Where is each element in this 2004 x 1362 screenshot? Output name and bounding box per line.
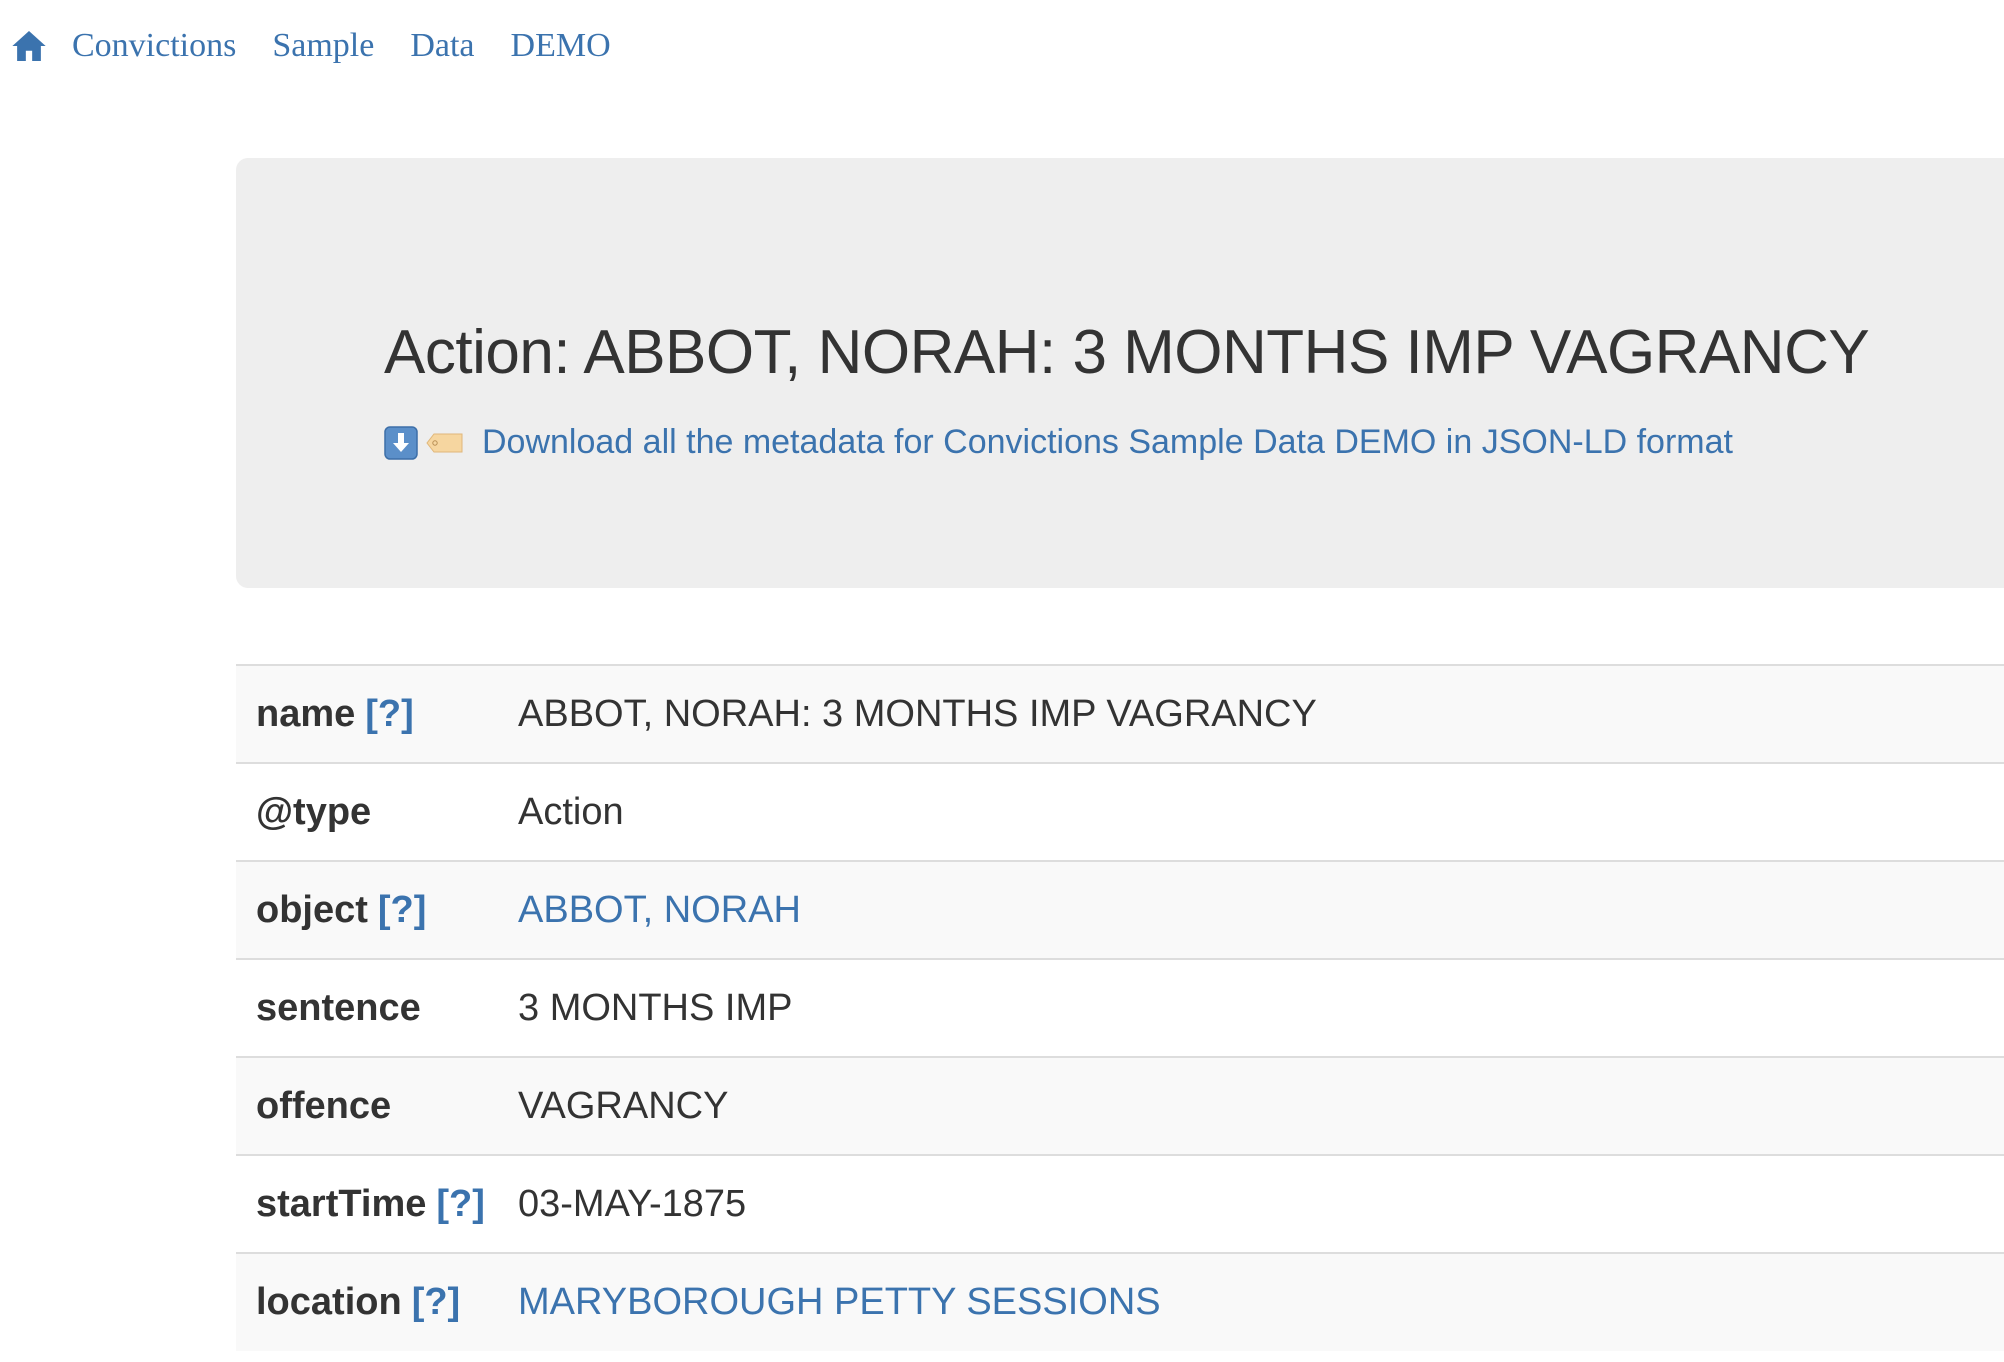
property-key: startTime [?] bbox=[236, 1154, 518, 1253]
location-link[interactable]: MARYBOROUGH PETTY SESSIONS bbox=[518, 1281, 1161, 1323]
home-icon[interactable] bbox=[10, 27, 48, 65]
page-title: Action: ABBOT, NORAH: 3 MONTHS IMP VAGRA… bbox=[384, 318, 1870, 387]
property-value: Action bbox=[518, 762, 2004, 861]
table-row: startTime [?] 03-MAY-1875 bbox=[236, 1154, 2004, 1253]
property-value: 3 MONTHS IMP bbox=[518, 958, 2004, 1057]
property-key: name [?] bbox=[236, 664, 518, 763]
download-jsonld-link[interactable]: Download all the metadata for Conviction… bbox=[482, 423, 1733, 462]
table-row: object [?] ABBOT, NORAH bbox=[236, 860, 2004, 959]
property-name: object bbox=[256, 888, 368, 931]
property-name: name bbox=[256, 692, 356, 735]
property-key: object [?] bbox=[236, 860, 518, 959]
tag-icon bbox=[426, 433, 463, 452]
property-key: sentence bbox=[236, 958, 518, 1057]
table-row: @type Action bbox=[236, 762, 2004, 861]
table-row: sentence 3 MONTHS IMP bbox=[236, 958, 2004, 1057]
breadcrumb-data[interactable]: Data bbox=[410, 27, 474, 65]
table-row: offence VAGRANCY bbox=[236, 1056, 2004, 1155]
breadcrumb-demo[interactable]: DEMO bbox=[511, 27, 611, 65]
property-value: MARYBOROUGH PETTY SESSIONS bbox=[518, 1252, 2004, 1351]
table-row: name [?] ABBOT, NORAH: 3 MONTHS IMP VAGRA… bbox=[236, 664, 2004, 763]
property-value: ABBOT, NORAH bbox=[518, 860, 2004, 959]
help-link[interactable]: [?] bbox=[436, 1183, 485, 1225]
property-key: offence bbox=[236, 1056, 518, 1155]
breadcrumb: Convictions Sample Data DEMO bbox=[10, 18, 647, 74]
property-name: sentence bbox=[256, 986, 421, 1029]
property-key: @type bbox=[236, 762, 518, 861]
object-link[interactable]: ABBOT, NORAH bbox=[518, 889, 801, 931]
properties-table: name [?] ABBOT, NORAH: 3 MONTHS IMP VAGRA… bbox=[236, 664, 2004, 1351]
help-link[interactable]: [?] bbox=[365, 693, 414, 735]
property-name: location bbox=[256, 1281, 402, 1323]
header-panel: Action: ABBOT, NORAH: 3 MONTHS IMP VAGRA… bbox=[236, 158, 2004, 588]
property-value: 03-MAY-1875 bbox=[518, 1154, 2004, 1253]
breadcrumb-convictions[interactable]: Convictions bbox=[72, 27, 236, 65]
download-row: Download all the metadata for Conviction… bbox=[384, 423, 1733, 462]
help-link[interactable]: [?] bbox=[412, 1281, 461, 1323]
property-name: startTime bbox=[256, 1182, 427, 1225]
breadcrumb-sample[interactable]: Sample bbox=[272, 27, 374, 65]
property-name: offence bbox=[256, 1084, 392, 1127]
table-row: location [?] MARYBOROUGH PETTY SESSIONS bbox=[236, 1252, 2004, 1351]
download-arrow-icon bbox=[384, 425, 418, 460]
property-value: ABBOT, NORAH: 3 MONTHS IMP VAGRANCY bbox=[518, 664, 2004, 763]
property-name: @type bbox=[256, 790, 372, 833]
property-key: location [?] bbox=[236, 1252, 518, 1351]
property-value: VAGRANCY bbox=[518, 1056, 2004, 1155]
help-link[interactable]: [?] bbox=[378, 889, 427, 931]
